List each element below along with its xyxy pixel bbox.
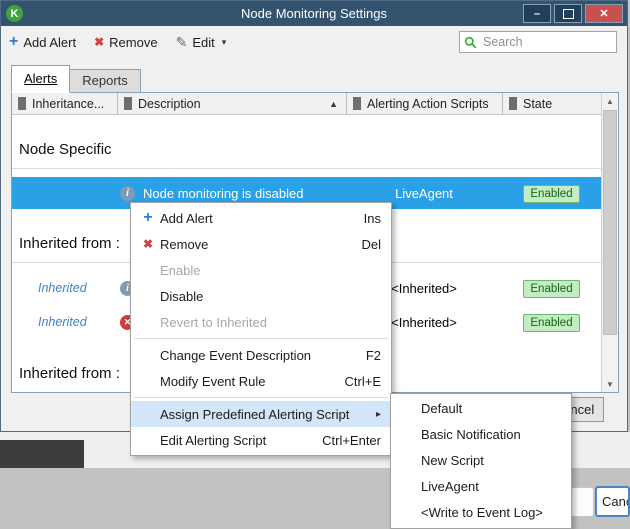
cell-state: Enabled — [502, 313, 601, 332]
caption-buttons: – ✕ — [523, 4, 623, 23]
remove-button[interactable]: ✖ Remove — [94, 35, 157, 50]
background-dark-panel — [0, 440, 84, 468]
add-icon: + — [9, 35, 18, 49]
tab-alerts[interactable]: Alerts — [11, 65, 70, 93]
cell-inheritance: Inherited — [12, 315, 117, 329]
search-box — [459, 31, 617, 53]
submenu-arrow-icon: ▸ — [376, 409, 381, 420]
cell-script: LiveAgent — [346, 186, 502, 201]
menu-item-modify-event-rule[interactable]: Modify Event Rule Ctrl+E — [131, 368, 391, 394]
scroll-down-icon: ▼ — [606, 380, 614, 389]
maximize-button[interactable] — [554, 4, 582, 23]
menu-item-edit-alerting-script[interactable]: Edit Alerting Script Ctrl+Enter — [131, 427, 391, 453]
add-alert-label: Add Alert — [23, 35, 76, 50]
edit-icon: ✎ — [176, 34, 188, 51]
edit-button[interactable]: ✎ Edit ▾ — [176, 34, 227, 51]
menu-separator — [134, 338, 388, 339]
titlebar: K Node Monitoring Settings – ✕ — [1, 1, 627, 26]
cell-state: Enabled — [502, 184, 601, 203]
column-label: Alerting Action Scripts — [367, 97, 489, 111]
search-icon — [464, 36, 477, 49]
menu-item-enable: Enable — [131, 257, 391, 283]
column-header-inheritance[interactable]: Inheritance... — [12, 93, 117, 114]
add-alert-button[interactable]: + Add Alert — [9, 35, 76, 50]
cell-inheritance: Inherited — [12, 281, 117, 295]
submenu-item-basic-notification[interactable]: Basic Notification — [391, 422, 571, 448]
menu-item-label: Modify Event Rule — [160, 374, 329, 389]
cell-state: Enabled — [502, 279, 601, 298]
menu-item-shortcut: Ins — [364, 211, 381, 226]
table-header: Inheritance... Description ▲ Alerting Ac… — [12, 93, 618, 115]
menu-item-shortcut: Del — [361, 237, 381, 252]
column-label: State — [523, 97, 552, 111]
menu-item-assign-predefined-alerting-script[interactable]: Assign Predefined Alerting Script ▸ — [131, 401, 391, 427]
menu-item-disable[interactable]: Disable — [131, 283, 391, 309]
menu-item-label: Change Event Description — [160, 348, 350, 363]
menu-separator — [134, 397, 388, 398]
menu-item-shortcut: Ctrl+E — [345, 374, 381, 389]
menu-item-revert-to-inherited: Revert to Inherited — [131, 309, 391, 335]
description-text: Node monitoring is disabled — [143, 186, 303, 201]
edit-label: Edit — [192, 35, 214, 50]
alerting-script-submenu: Default Basic Notification New Script Li… — [390, 393, 572, 529]
menu-item-change-event-description[interactable]: Change Event Description F2 — [131, 342, 391, 368]
column-label: Description — [138, 97, 201, 111]
scrollbar-thumb[interactable] — [603, 110, 617, 335]
remove-icon: ✖ — [94, 35, 104, 49]
submenu-item-new-script[interactable]: New Script — [391, 448, 571, 474]
toolbar: + Add Alert ✖ Remove ✎ Edit ▾ — [1, 26, 627, 58]
menu-item-label: Remove — [160, 237, 345, 252]
menu-item-remove[interactable]: ✖ Remove Del — [131, 231, 391, 257]
menu-item-label: Assign Predefined Alerting Script — [160, 407, 368, 422]
column-header-state[interactable]: State — [502, 93, 601, 114]
scroll-up-icon: ▲ — [606, 97, 614, 106]
status-badge: Enabled — [523, 280, 579, 298]
close-icon: ✕ — [599, 7, 608, 20]
remove-label: Remove — [109, 35, 157, 50]
column-grip-icon — [124, 97, 132, 110]
tab-reports[interactable]: Reports — [70, 69, 141, 93]
column-header-description[interactable]: Description ▲ — [117, 93, 346, 114]
column-grip-icon — [353, 97, 361, 110]
menu-item-label: Add Alert — [160, 211, 348, 226]
screen: { "window": { "title": "Node Monitoring … — [0, 0, 630, 528]
menu-item-label: Disable — [160, 289, 381, 304]
context-menu: + Add Alert Ins ✖ Remove Del Enable Disa… — [130, 202, 392, 456]
submenu-item-write-to-event-log[interactable]: <Write to Event Log> — [391, 500, 571, 526]
close-button[interactable]: ✕ — [585, 4, 623, 23]
menu-item-add-alert[interactable]: + Add Alert Ins — [131, 205, 391, 231]
menu-item-label: Enable — [160, 263, 381, 278]
menu-item-shortcut: Ctrl+Enter — [322, 433, 381, 448]
scroll-down-button[interactable]: ▼ — [602, 376, 618, 392]
add-icon: + — [136, 211, 160, 225]
search-input[interactable] — [481, 34, 630, 50]
status-badge: Enabled — [523, 314, 579, 332]
menu-item-label: Edit Alerting Script — [160, 433, 306, 448]
remove-icon: ✖ — [136, 237, 160, 251]
background-cancel-button[interactable]: Cancel — [595, 486, 630, 517]
group-header-node-specific: Node Specific — [12, 115, 601, 169]
tab-strip: Alerts Reports — [11, 65, 141, 93]
info-icon: i — [120, 186, 135, 201]
minimize-button[interactable]: – — [523, 4, 551, 23]
submenu-item-default[interactable]: Default — [391, 396, 571, 422]
column-grip-icon — [18, 97, 26, 110]
background-button-fragment[interactable] — [571, 487, 594, 517]
menu-item-shortcut: F2 — [366, 348, 381, 363]
chevron-down-icon: ▾ — [222, 37, 227, 48]
column-label: Inheritance... — [32, 97, 104, 111]
submenu-item-liveagent[interactable]: LiveAgent — [391, 474, 571, 500]
cell-description: i Node monitoring is disabled — [117, 186, 346, 201]
menu-item-label: Revert to Inherited — [160, 315, 381, 330]
vertical-scrollbar[interactable]: ▲ ▼ — [601, 93, 618, 392]
scroll-up-button[interactable]: ▲ — [602, 93, 618, 109]
column-grip-icon — [509, 97, 517, 110]
status-badge: Enabled — [523, 185, 579, 203]
minimize-icon: – — [534, 8, 540, 20]
sort-ascending-icon: ▲ — [329, 99, 338, 109]
column-header-scripts[interactable]: Alerting Action Scripts — [346, 93, 502, 114]
maximize-icon — [563, 9, 574, 19]
